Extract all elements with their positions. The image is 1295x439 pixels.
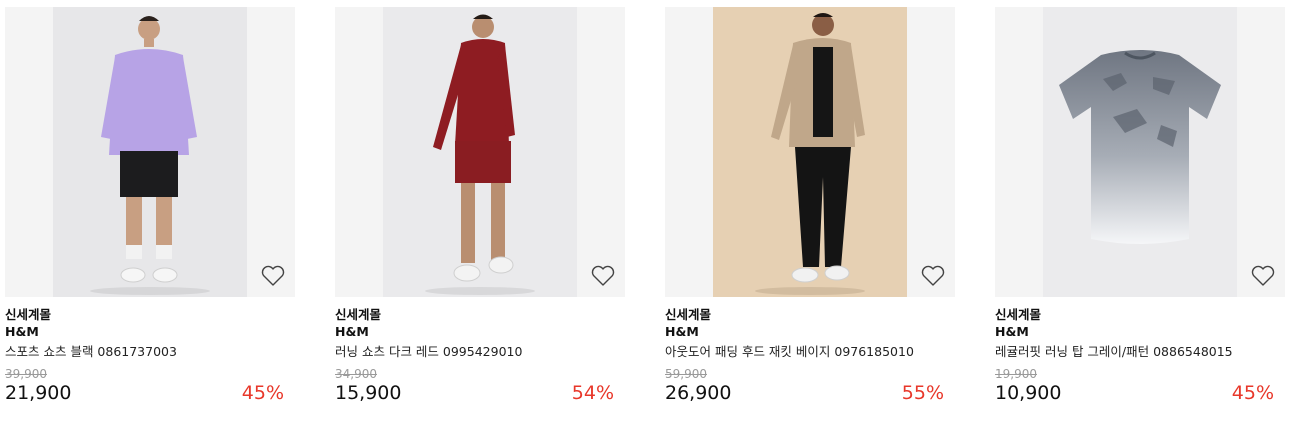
product-card[interactable]: 신세계몰 H&M 러닝 쇼츠 다크 레드 0995429010 34,900 1… bbox=[335, 7, 625, 404]
sale-price: 15,900 bbox=[335, 382, 402, 404]
original-price: 39,900 bbox=[5, 367, 47, 381]
sale-price: 26,900 bbox=[665, 382, 732, 404]
product-info: 신세계몰 H&M 아웃도어 패딩 후드 재킷 베이지 0976185010 59… bbox=[665, 297, 955, 404]
product-card[interactable]: 신세계몰 H&M 스포츠 쇼츠 블랙 0861737003 39,900 21,… bbox=[5, 7, 295, 404]
discount-rate: 54% bbox=[571, 382, 614, 404]
product-image[interactable] bbox=[335, 7, 625, 297]
product-info: 신세계몰 H&M 스포츠 쇼츠 블랙 0861737003 39,900 21,… bbox=[5, 297, 295, 404]
product-name[interactable]: 레귤러핏 러닝 탑 그레이/패턴 0886548015 bbox=[995, 343, 1285, 361]
sale-price: 10,900 bbox=[995, 382, 1062, 404]
product-name[interactable]: 아웃도어 패딩 후드 재킷 베이지 0976185010 bbox=[665, 343, 955, 361]
product-info: 신세계몰 H&M 레귤러핏 러닝 탑 그레이/패턴 0886548015 19,… bbox=[995, 297, 1285, 404]
brand-name: H&M bbox=[335, 324, 369, 339]
discount-rate: 45% bbox=[241, 382, 284, 404]
mall-name: 신세계몰 bbox=[995, 307, 1042, 322]
product-image[interactable] bbox=[665, 7, 955, 297]
product-image[interactable] bbox=[5, 7, 295, 297]
product-photo bbox=[713, 7, 907, 297]
product-card[interactable]: 신세계몰 H&M 레귤러핏 러닝 탑 그레이/패턴 0886548015 19,… bbox=[995, 7, 1285, 404]
brand-name: H&M bbox=[995, 324, 1029, 339]
discount-rate: 55% bbox=[901, 382, 944, 404]
brand-name: H&M bbox=[665, 324, 699, 339]
wishlist-heart-icon[interactable] bbox=[1250, 264, 1276, 288]
product-photo bbox=[1043, 7, 1237, 297]
product-name[interactable]: 스포츠 쇼츠 블랙 0861737003 bbox=[5, 343, 295, 361]
product-card[interactable]: 신세계몰 H&M 아웃도어 패딩 후드 재킷 베이지 0976185010 59… bbox=[665, 7, 955, 404]
original-price: 59,900 bbox=[665, 367, 707, 381]
wishlist-heart-icon[interactable] bbox=[260, 264, 286, 288]
wishlist-heart-icon[interactable] bbox=[590, 264, 616, 288]
product-info: 신세계몰 H&M 러닝 쇼츠 다크 레드 0995429010 34,900 1… bbox=[335, 297, 625, 404]
product-photo bbox=[383, 7, 577, 297]
wishlist-heart-icon[interactable] bbox=[920, 264, 946, 288]
product-grid: 신세계몰 H&M 스포츠 쇼츠 블랙 0861737003 39,900 21,… bbox=[0, 0, 1295, 439]
original-price: 34,900 bbox=[335, 367, 377, 381]
mall-name: 신세계몰 bbox=[665, 307, 712, 322]
product-photo bbox=[53, 7, 247, 297]
mall-name: 신세계몰 bbox=[5, 307, 52, 322]
product-name[interactable]: 러닝 쇼츠 다크 레드 0995429010 bbox=[335, 343, 625, 361]
discount-rate: 45% bbox=[1231, 382, 1274, 404]
mall-name: 신세계몰 bbox=[335, 307, 382, 322]
sale-price: 21,900 bbox=[5, 382, 72, 404]
brand-name: H&M bbox=[5, 324, 39, 339]
product-image[interactable] bbox=[995, 7, 1285, 297]
original-price: 19,900 bbox=[995, 367, 1037, 381]
